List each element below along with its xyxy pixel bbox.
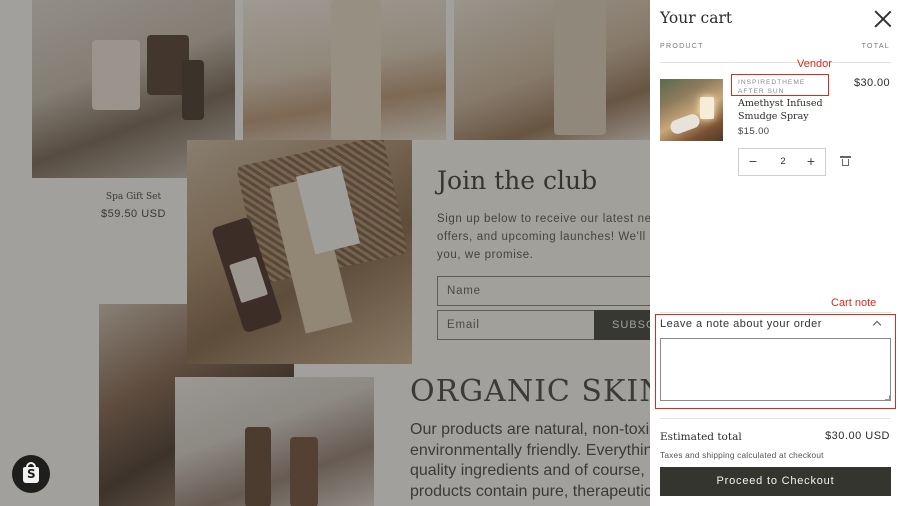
trash-icon[interactable] xyxy=(840,156,851,166)
divider xyxy=(660,62,891,63)
cart-item-line-total: $30.00 xyxy=(853,77,890,89)
cart-item-unit-price: $15.00 xyxy=(738,126,770,137)
quantity-input[interactable]: 2 xyxy=(769,149,797,175)
estimated-total-label: Estimated total xyxy=(660,431,742,443)
quantity-decrease-button[interactable]: − xyxy=(739,149,767,175)
annotation-cart-note-label: Cart note xyxy=(831,297,877,309)
tax-note: Taxes and shipping calculated at checkou… xyxy=(660,450,824,460)
cart-item-name[interactable]: Amethyst Infused Smudge Spray xyxy=(738,97,828,123)
shopify-bag-icon[interactable]: S xyxy=(12,455,50,493)
annotation-vendor-label: Vendor xyxy=(797,58,832,70)
cart-title: Your cart xyxy=(660,9,733,27)
estimated-total-value: $30.00 USD xyxy=(825,430,890,442)
divider xyxy=(660,418,891,419)
annotation-cart-note-box xyxy=(655,314,896,409)
column-header-total: TOTAL xyxy=(861,43,890,50)
checkout-button[interactable]: Proceed to Checkout xyxy=(660,467,891,496)
annotation-vendor-box xyxy=(731,74,829,96)
divider xyxy=(660,312,891,313)
quantity-stepper: − 2 + xyxy=(738,148,826,176)
column-header-product: PRODUCT xyxy=(660,43,704,50)
quantity-increase-button[interactable]: + xyxy=(797,149,825,175)
close-icon[interactable] xyxy=(874,10,892,28)
cart-item-image[interactable] xyxy=(660,79,723,141)
